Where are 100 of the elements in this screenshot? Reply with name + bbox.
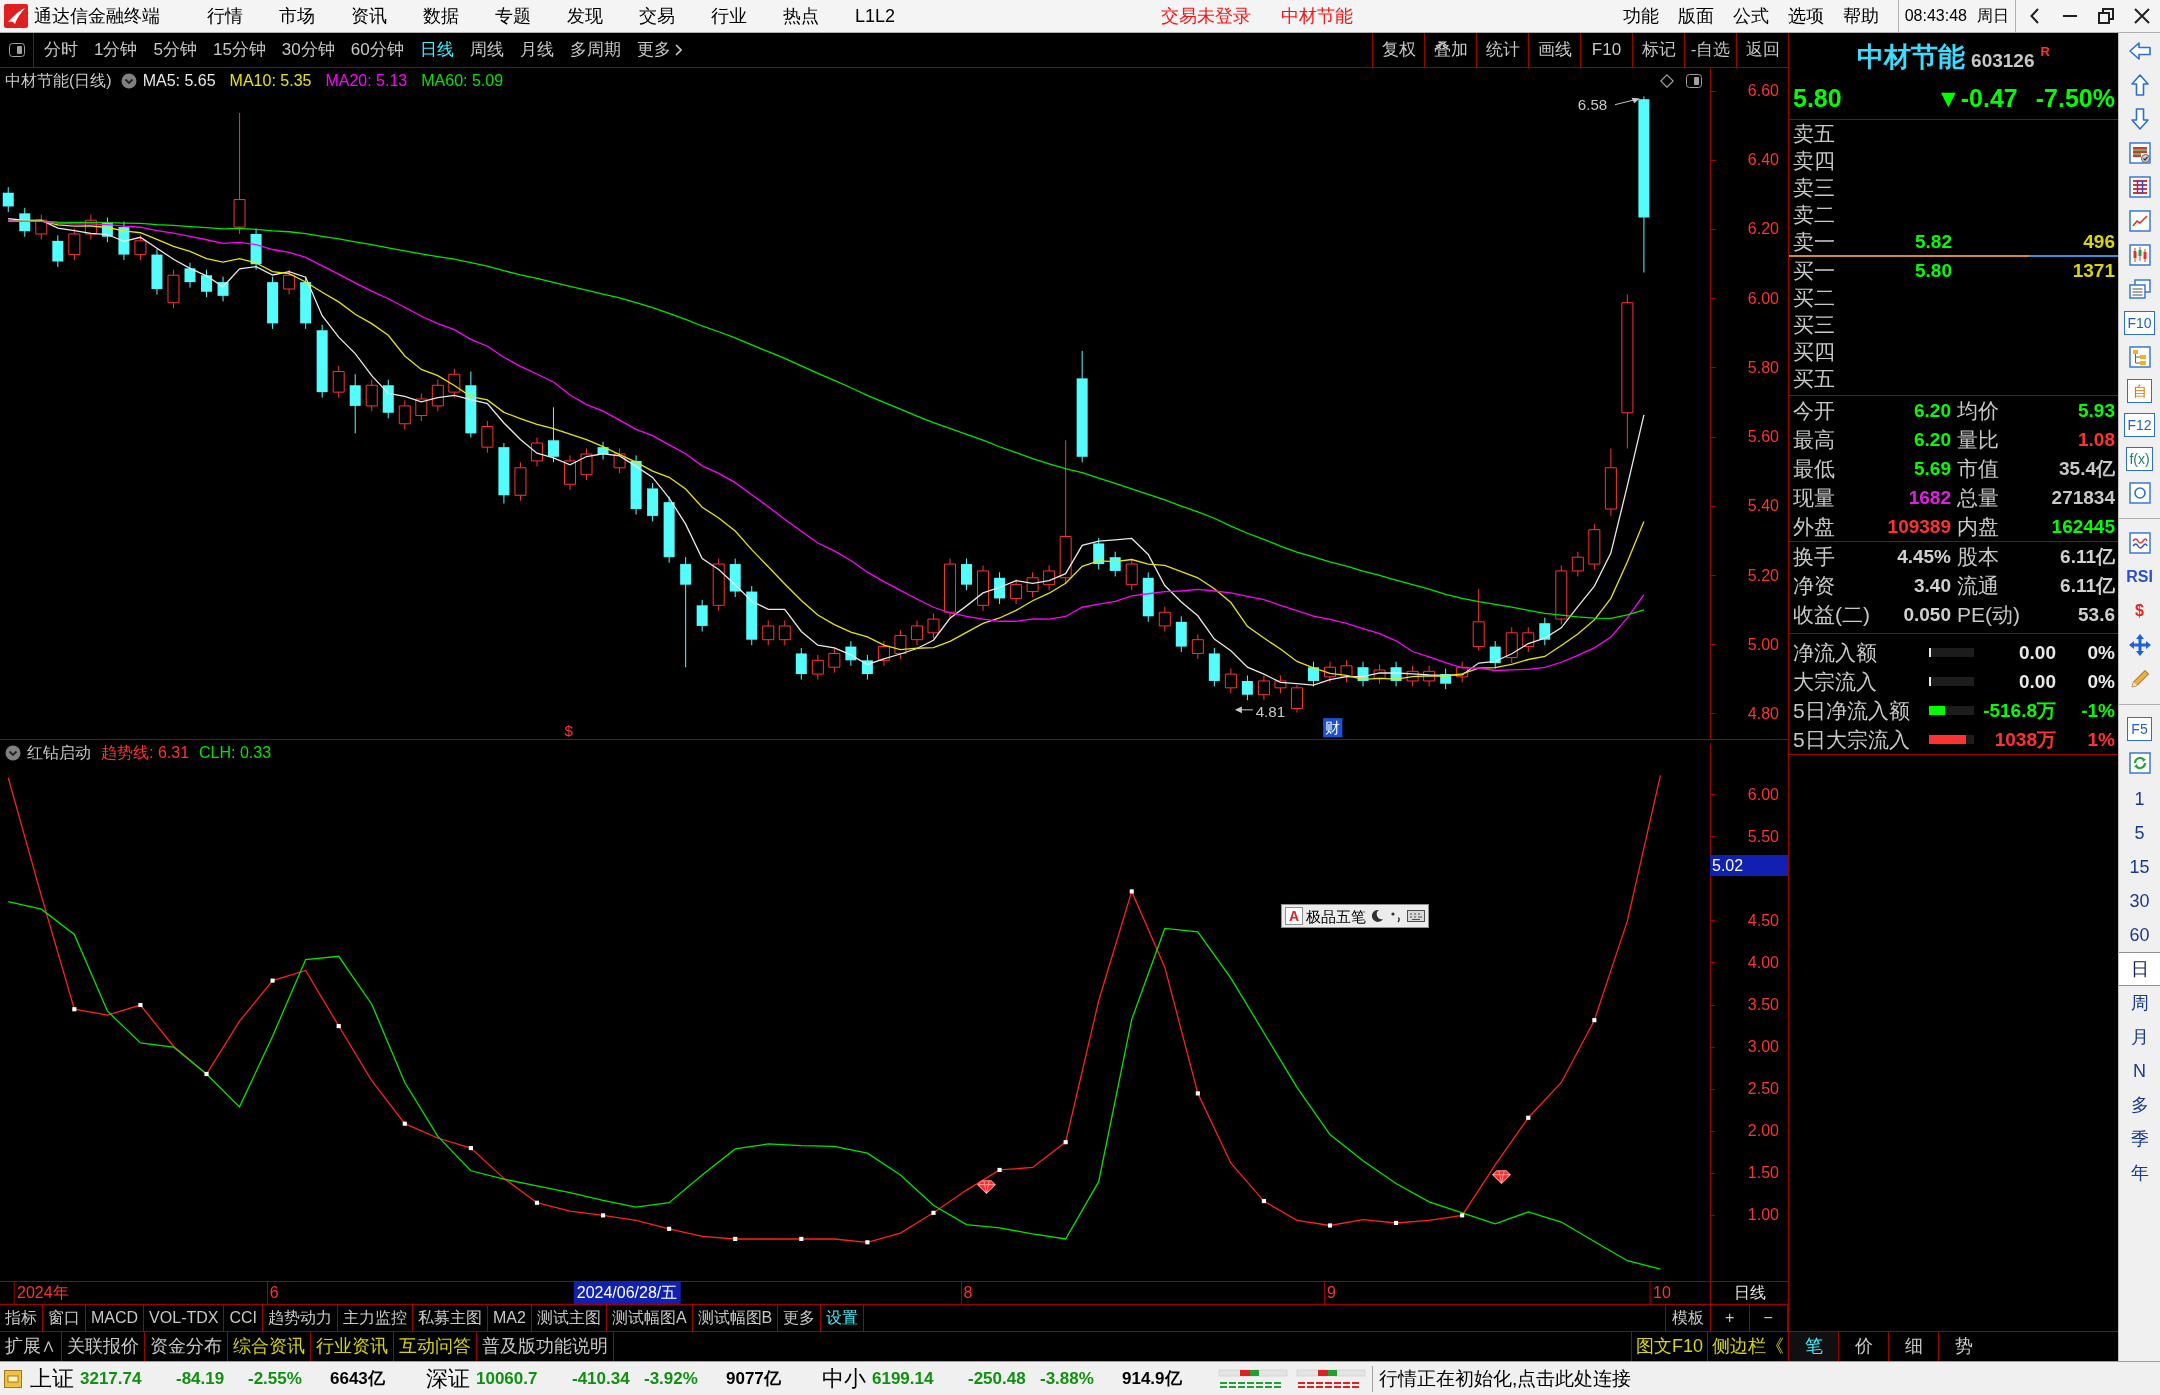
chevron-left-icon [2029, 8, 2039, 24]
indicator-tab[interactable]: CCI [224, 1305, 263, 1331]
period-button[interactable]: 年 [2119, 1156, 2160, 1190]
candlestick [1390, 661, 1402, 687]
menu-item[interactable]: 发现 [564, 2, 636, 30]
indicator-tab[interactable]: VOL-TDX [144, 1305, 225, 1331]
connection-status-link[interactable]: 行情正在初始化,点击此处连接 [1379, 1369, 1632, 1388]
period-button[interactable]: 30 [2119, 884, 2160, 918]
windows-icon[interactable] [2127, 277, 2152, 301]
period-button[interactable]: 季 [2119, 1122, 2160, 1156]
menu-item[interactable]: 选项 [1787, 2, 1843, 30]
menu-item[interactable]: 数据 [420, 2, 492, 30]
login-status-link[interactable]: 交易未登录 [1161, 2, 1251, 30]
template-button[interactable]: 模板 [1665, 1305, 1710, 1331]
period-tab[interactable]: 周线 [461, 37, 512, 63]
wave-chart-icon[interactable] [2127, 531, 2152, 555]
sidebar-button[interactable]: F5 [2127, 717, 2152, 741]
sidebar-button[interactable]: F10 [2124, 311, 2155, 335]
period-button[interactable]: 日 [2119, 952, 2160, 986]
period-button[interactable]: 15 [2119, 850, 2160, 884]
line-chart-icon[interactable] [2127, 209, 2152, 233]
indicator-tab[interactable]: 趋势动力 [263, 1305, 338, 1331]
candlestick [1241, 674, 1253, 701]
indicator-tab[interactable]: MA2 [488, 1305, 532, 1331]
more-periods-button[interactable]: 更多 [628, 37, 690, 63]
indicator-tab[interactable]: 主力监控 [338, 1305, 413, 1331]
menu-item[interactable]: 行情 [204, 2, 276, 30]
indicator-tab[interactable]: MACD [86, 1305, 145, 1331]
period-tab[interactable]: 60分钟 [342, 37, 412, 63]
candlestick-icon[interactable] [2127, 243, 2152, 267]
refresh-icon[interactable] [2127, 751, 2152, 775]
moon-icon[interactable] [1369, 908, 1385, 924]
dropdown-circle-icon[interactable] [5, 744, 21, 761]
period-button[interactable]: 月 [2119, 1020, 2160, 1054]
menu-item[interactable]: 帮助 [1842, 2, 1898, 30]
period-tab[interactable]: 5分钟 [145, 37, 205, 63]
indicator-tab[interactable]: 窗口 [43, 1305, 86, 1331]
indicator-tab[interactable]: 测试幅图A [606, 1305, 693, 1331]
toolbar-button[interactable]: 标记 [1632, 33, 1684, 67]
period-tab[interactable]: 1分钟 [86, 37, 146, 63]
input-mode-button[interactable]: A [1285, 907, 1303, 925]
dropdown-circle-icon[interactable] [120, 72, 137, 89]
period-tab[interactable]: 30分钟 [273, 37, 343, 63]
sidebar-button[interactable]: F12 [2124, 413, 2155, 437]
indicator-tab[interactable]: 设置 [821, 1305, 865, 1331]
panel-toggle-icon[interactable] [1686, 73, 1702, 88]
zoom-in-button[interactable]: + [1711, 1305, 1750, 1331]
toolbar-button[interactable]: -自选 [1684, 33, 1736, 67]
table-icon[interactable] [2127, 175, 2152, 199]
date-axis-label: 6 [266, 1282, 279, 1304]
keyboard-icon[interactable] [1407, 909, 1425, 923]
diamond-outline-icon[interactable] [1660, 73, 1674, 88]
period-button[interactable]: 5 [2119, 816, 2160, 850]
period-button[interactable]: 多 [2119, 1088, 2160, 1122]
period-button[interactable]: 1 [2119, 782, 2160, 816]
menu-item[interactable]: 公式 [1732, 2, 1788, 30]
menu-item[interactable]: 热点 [780, 2, 852, 30]
menu-item[interactable]: 功能 [1622, 2, 1678, 30]
toolbar-button[interactable]: F10 [1580, 33, 1632, 67]
period-tab[interactable]: 15分钟 [204, 37, 274, 63]
period-tab[interactable]: 日线 [411, 37, 462, 63]
status-icon[interactable] [4, 1369, 22, 1388]
toolbar-button[interactable]: 复权 [1372, 33, 1424, 67]
table-check-icon[interactable] [2127, 141, 2152, 165]
candlestick [613, 448, 626, 474]
menu-item[interactable]: 版面 [1677, 2, 1733, 30]
period-button[interactable]: 周 [2119, 986, 2160, 1020]
axis-label: 1.50 [1746, 1163, 1780, 1184]
period-tab[interactable]: 多周期 [561, 37, 629, 63]
period-button[interactable]: N [2119, 1054, 2160, 1088]
menu-item[interactable]: L1L2 [852, 2, 924, 30]
indicator-tab[interactable]: 指标 [0, 1305, 43, 1331]
period-tab[interactable]: 月线 [511, 37, 562, 63]
axis-label: 3.00 [1746, 1037, 1780, 1058]
indicator-tab[interactable]: 私募主图 [413, 1305, 488, 1331]
price-change: ▼-0.47 [1936, 82, 2018, 114]
sidebar-button[interactable]: RSI [2126, 565, 2153, 589]
indicator-tab[interactable]: 测试幅图B [692, 1305, 779, 1331]
toolbar-button[interactable]: 画线 [1528, 33, 1580, 67]
left-arrow-icon[interactable] [2127, 39, 2152, 63]
indicator-tab[interactable]: 测试主图 [531, 1305, 607, 1331]
toolbar-button[interactable]: 统计 [1476, 33, 1528, 67]
flow-amount: -516.8万 [1982, 701, 2056, 720]
period-tab[interactable]: 分时 [36, 37, 86, 63]
menu-item[interactable]: 行业 [708, 2, 780, 30]
index-name: 上证 [30, 1367, 75, 1390]
sidebar-button[interactable]: f(x) [2126, 447, 2153, 471]
toolbar-button[interactable]: 叠加 [1424, 33, 1476, 67]
period-button[interactable]: 60 [2119, 918, 2160, 952]
tree-icon[interactable] [2127, 345, 2152, 369]
sidebar-button[interactable]: $ [2135, 599, 2144, 623]
menu-item[interactable]: 市场 [276, 2, 348, 30]
menu-item[interactable]: 资讯 [348, 2, 420, 30]
move-icon[interactable] [2127, 633, 2152, 657]
menu-item[interactable]: 专题 [492, 2, 564, 30]
menu-item[interactable]: 交易 [636, 2, 708, 30]
panel-toggle-icon[interactable] [8, 43, 25, 57]
stat-label: 最低 [1793, 458, 1835, 479]
panel-tab[interactable]: 笔 [1788, 1332, 1838, 1361]
indicator-tab[interactable]: 更多 [778, 1305, 822, 1331]
